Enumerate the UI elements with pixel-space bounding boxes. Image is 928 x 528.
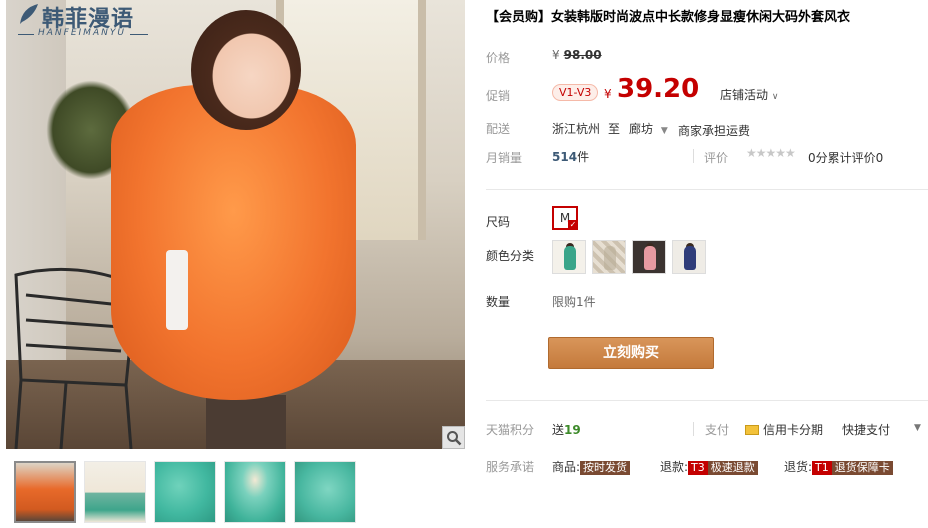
- zoom-button[interactable]: [442, 426, 465, 449]
- original-price-value: 98.00: [563, 48, 602, 62]
- ship-to-word: 至: [608, 122, 621, 136]
- photo-model-bag: [166, 250, 188, 330]
- color-label: 颜色分类: [486, 249, 535, 263]
- goods-tag: 按时发货: [580, 461, 631, 475]
- product-title: 【会员购】女装韩版时尚波点中长款修身显瘦休闲大码外套风衣: [486, 10, 851, 25]
- goods-prefix: 商品:: [552, 460, 581, 474]
- logo-rule-right: [130, 34, 148, 35]
- photo-model-coat: [111, 85, 356, 400]
- refund-tag: 极速退款: [707, 461, 758, 475]
- section-divider: [486, 400, 928, 401]
- expand-caret-icon[interactable]: ▼: [914, 423, 921, 433]
- quantity-label: 数量: [486, 295, 511, 309]
- chevron-down-icon: ∨: [771, 92, 779, 102]
- swatch-figure: [604, 246, 616, 270]
- photo-model-head: [191, 10, 301, 130]
- caret-down-icon: ▼: [660, 126, 668, 136]
- thumbnail-image: [16, 463, 74, 521]
- thumbnail-image: [295, 462, 355, 522]
- original-price: ¥98.00: [552, 48, 602, 62]
- sales-unit: 件: [577, 150, 590, 164]
- rating-stars: ★★★★★: [746, 146, 796, 160]
- thumbnail-image: [85, 462, 145, 522]
- points-label: 天猫积分: [486, 423, 535, 437]
- photo-model-legs: [206, 395, 286, 449]
- swatch-figure: [564, 246, 576, 270]
- divider: [693, 422, 694, 436]
- shop-activity-label: 店铺活动: [720, 88, 769, 102]
- points-amount: 19: [564, 423, 581, 437]
- credit-installment-text: 信用卡分期: [763, 423, 824, 437]
- swatch-figure: [644, 246, 656, 270]
- shipping-fee-note: 商家承担运费: [678, 124, 751, 138]
- return-prefix: 退货:: [784, 460, 813, 474]
- monthly-sales-label: 月销量: [486, 151, 523, 165]
- checkmark-icon: ✓: [568, 220, 578, 230]
- return-tag: 退货保障卡: [831, 461, 893, 475]
- service-label: 服务承诺: [486, 460, 535, 474]
- price-label: 价格: [486, 51, 511, 65]
- thumbnail-image: [155, 462, 215, 522]
- swatch-figure: [684, 246, 696, 270]
- shipping-label: 配送: [486, 122, 511, 136]
- points-give-text: 送: [552, 423, 565, 437]
- return-code: T1: [812, 461, 832, 475]
- member-level-badge: V1-V3: [552, 84, 599, 101]
- color-option[interactable]: [552, 240, 586, 274]
- buy-now-button[interactable]: 立刻购买: [548, 337, 714, 369]
- color-option[interactable]: [632, 240, 666, 274]
- thumbnail[interactable]: [154, 461, 216, 523]
- credit-installment-link[interactable]: 信用卡分期: [745, 421, 823, 438]
- section-divider: [486, 189, 928, 190]
- sales-count: 514: [552, 150, 578, 164]
- rating-summary[interactable]: 0分累计评价0: [808, 149, 883, 166]
- ship-from: 浙江杭州: [552, 122, 601, 136]
- refund-prefix: 退款:: [660, 460, 689, 474]
- promo-price: 39.20: [617, 74, 700, 104]
- product-info-panel: 【会员购】女装韩版时尚波点中长款修身显瘦休闲大码外套风衣 价格 ¥98.00 促…: [486, 0, 928, 528]
- logo-english: HANFEIMANYU: [38, 28, 126, 38]
- destination-selector[interactable]: 廊坊 ▼: [629, 120, 668, 137]
- service-refund[interactable]: 退款: T3 极速退款: [660, 458, 758, 475]
- logo-rule-left: [18, 34, 34, 35]
- main-product-photo[interactable]: 韩菲漫语 HANFEIMANYU: [6, 0, 465, 449]
- color-option[interactable]: [672, 240, 706, 274]
- purchase-limit: 限购1件: [552, 295, 596, 309]
- points-give: 送19: [552, 421, 581, 438]
- leaf-logo-icon: [20, 4, 38, 24]
- thumbnail-image: [225, 462, 285, 522]
- credit-card-icon: [745, 424, 759, 435]
- size-option-m[interactable]: M ✓: [552, 206, 578, 230]
- payment-label: 支付: [705, 423, 730, 437]
- service-return[interactable]: 退货: T1 退货保障卡: [784, 458, 893, 475]
- size-label: 尺码: [486, 215, 511, 229]
- product-gallery: 韩菲漫语 HANFEIMANYU: [6, 0, 465, 528]
- service-goods[interactable]: 商品: 按时发货: [552, 458, 631, 475]
- promo-label: 促销: [486, 89, 511, 103]
- brand-logo: 韩菲漫语 HANFEIMANYU: [18, 2, 158, 40]
- thumbnail[interactable]: [14, 461, 76, 523]
- thumbnail[interactable]: [294, 461, 356, 523]
- currency-symbol: ¥: [552, 48, 560, 62]
- refund-code: T3: [688, 461, 708, 475]
- destination-text: 廊坊: [629, 122, 654, 136]
- monthly-sales: 514件: [552, 148, 589, 165]
- shop-activity-dropdown[interactable]: 店铺活动 ∨: [720, 86, 778, 103]
- quick-pay-link[interactable]: 快捷支付: [842, 421, 890, 438]
- magnifier-icon: [446, 430, 461, 445]
- divider: [693, 149, 694, 163]
- color-option[interactable]: [592, 240, 626, 274]
- thumbnail[interactable]: [84, 461, 146, 523]
- rating-label: 评价: [704, 151, 729, 165]
- promo-currency-symbol: ¥: [604, 87, 612, 101]
- thumbnail-strip: [14, 461, 464, 523]
- thumbnail[interactable]: [224, 461, 286, 523]
